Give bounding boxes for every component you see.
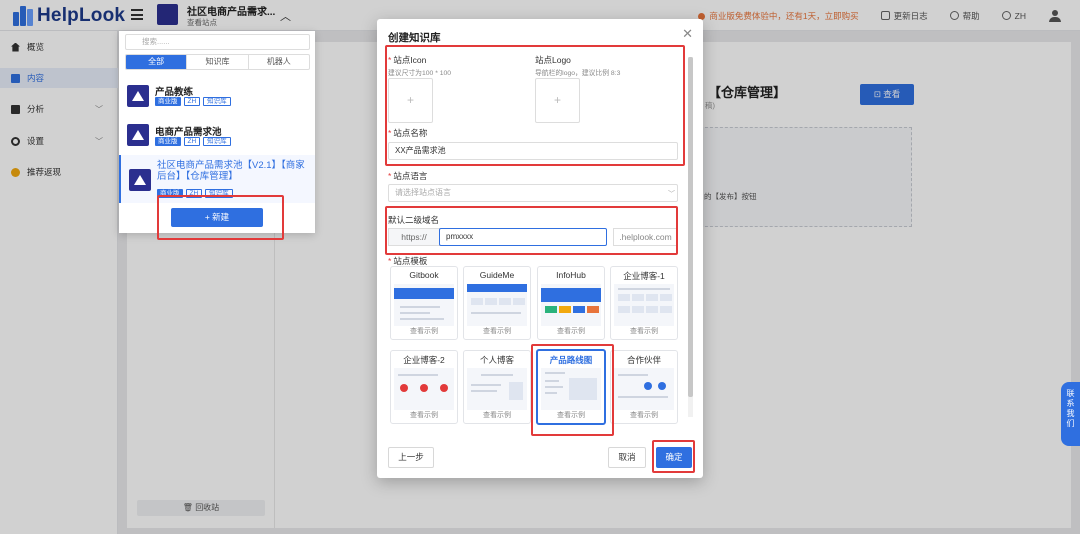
template-name: GuideMe xyxy=(479,270,515,280)
site-switcher-dropdown: 搜索...... 全部 知识库 机器人 产品教练 商业版 ZH 知识库 电商产品… xyxy=(119,31,315,233)
site-item-title: 产品教练 xyxy=(155,87,194,98)
site-name-label: * 站点名称 xyxy=(388,128,428,138)
site-type-tabs: 全部 知识库 机器人 xyxy=(125,54,310,70)
site-logo-label: 站点Logo xyxy=(535,55,571,65)
site-list-item[interactable]: 电商产品需求池 商业版 ZH 知识库 xyxy=(119,118,315,154)
plan-badge: 商业版 xyxy=(155,137,181,146)
template-name: 产品路线图 xyxy=(549,355,593,365)
template-preview xyxy=(614,284,674,326)
lang-badge: ZH xyxy=(183,137,201,146)
template-card[interactable]: 企业博客-2 查看示例 xyxy=(390,350,458,424)
template-preview-link[interactable]: 查看示例 xyxy=(391,326,457,336)
type-badge: 知识库 xyxy=(203,97,231,106)
subdomain-suffix: .helplook.com xyxy=(613,228,678,246)
template-preview-link[interactable]: 查看示例 xyxy=(464,326,530,336)
subdomain-prefix: https:// xyxy=(388,228,440,246)
template-name: 企业博客-2 xyxy=(403,355,445,365)
template-preview-link[interactable]: 查看示例 xyxy=(538,326,604,336)
create-knowledge-base-modal: 创建知识库 ✕ * 站点Icon 建议尺寸为100 * 100 + 站点Logo … xyxy=(377,19,703,478)
scrollbar-thumb[interactable] xyxy=(688,57,693,397)
site-logo-hint: 导航栏的logo，建议比例 8:3 xyxy=(535,70,621,77)
tab-knowledge-base[interactable]: 知识库 xyxy=(187,55,249,69)
type-badge: 知识库 xyxy=(203,137,231,146)
template-preview xyxy=(394,284,454,326)
lang-badge: ZH xyxy=(185,189,203,198)
template-preview xyxy=(467,284,527,326)
template-preview-link[interactable]: 查看示例 xyxy=(391,410,457,420)
template-card[interactable]: GuideMe 查看示例 xyxy=(463,266,531,340)
confirm-button[interactable]: 确定 xyxy=(656,447,692,468)
template-preview xyxy=(614,368,674,410)
template-name: 个人博客 xyxy=(479,355,514,365)
contact-char: 我 xyxy=(1066,409,1075,418)
modal-title: 创建知识库 xyxy=(388,32,441,44)
site-item-title: 社区电商产品需求池【V2.1】【商家后台】【仓库管理】 xyxy=(157,160,305,182)
template-preview-link[interactable]: 查看示例 xyxy=(538,410,604,420)
site-thumbnail-icon xyxy=(129,169,151,191)
template-card[interactable]: 合作伙伴 查看示例 xyxy=(610,350,678,424)
site-logo-upload[interactable]: + xyxy=(535,78,580,123)
template-name: 企业博客-1 xyxy=(623,271,665,281)
tab-robot[interactable]: 机器人 xyxy=(249,55,309,69)
template-preview xyxy=(541,284,601,326)
template-name: Gitbook xyxy=(409,270,439,280)
lang-badge: ZH xyxy=(183,97,201,106)
subdomain-input[interactable]: pmxxxx xyxy=(439,228,607,246)
contact-us-float-button[interactable]: 联 系 我 们 xyxy=(1061,382,1080,446)
contact-char: 们 xyxy=(1066,419,1075,428)
type-badge: 知识库 xyxy=(205,189,233,198)
site-list-item-active[interactable]: 社区电商产品需求池【V2.1】【商家后台】【仓库管理】 商业版 ZH 知识库 xyxy=(119,155,315,203)
prev-step-button[interactable]: 上一步 xyxy=(388,447,434,468)
site-icon-label: * 站点Icon xyxy=(388,55,427,65)
template-name: 合作伙伴 xyxy=(626,355,661,365)
cancel-button[interactable]: 取消 xyxy=(608,447,646,468)
site-thumbnail-icon xyxy=(127,85,149,107)
site-language-label: * 站点语言 xyxy=(388,171,428,181)
new-site-button[interactable]: + 新建 xyxy=(171,208,263,227)
site-thumbnail-icon xyxy=(127,124,149,146)
template-preview-link[interactable]: 查看示例 xyxy=(464,410,530,420)
template-preview xyxy=(394,368,454,410)
template-card[interactable]: Gitbook 查看示例 xyxy=(390,266,458,340)
site-icon-upload[interactable]: + xyxy=(388,78,433,123)
contact-char: 联 xyxy=(1066,389,1075,398)
template-card[interactable]: InfoHub 查看示例 xyxy=(537,266,605,340)
template-preview-link[interactable]: 查看示例 xyxy=(611,410,677,420)
template-card-selected[interactable]: 产品路线图 查看示例 xyxy=(536,349,606,425)
plan-badge: 商业版 xyxy=(157,189,183,198)
template-preview xyxy=(467,368,527,410)
template-preview xyxy=(541,368,601,410)
modal-scrollbar[interactable] xyxy=(688,57,693,417)
template-card[interactable]: 企业博客-1 查看示例 xyxy=(610,266,678,340)
chevron-down-icon: ﹀ xyxy=(668,191,675,198)
template-card[interactable]: 个人博客 查看示例 xyxy=(463,350,531,424)
close-icon[interactable]: ✕ xyxy=(682,26,693,42)
site-search-input[interactable]: 搜索...... xyxy=(125,34,310,50)
contact-char: 系 xyxy=(1066,399,1075,408)
site-language-select[interactable]: 请选择站点语言 xyxy=(388,184,678,202)
site-name-input[interactable]: XX产品需求池 xyxy=(388,142,678,160)
template-preview-link[interactable]: 查看示例 xyxy=(611,326,677,336)
subdomain-label: 默认二级域名 xyxy=(388,215,440,225)
tab-all[interactable]: 全部 xyxy=(126,55,188,69)
site-list-item[interactable]: 产品教练 商业版 ZH 知识库 xyxy=(119,78,315,116)
template-name: InfoHub xyxy=(556,270,586,280)
site-icon-hint: 建议尺寸为100 * 100 xyxy=(388,70,452,77)
site-item-title: 电商产品需求池 xyxy=(155,127,222,138)
plan-badge: 商业版 xyxy=(155,97,181,106)
